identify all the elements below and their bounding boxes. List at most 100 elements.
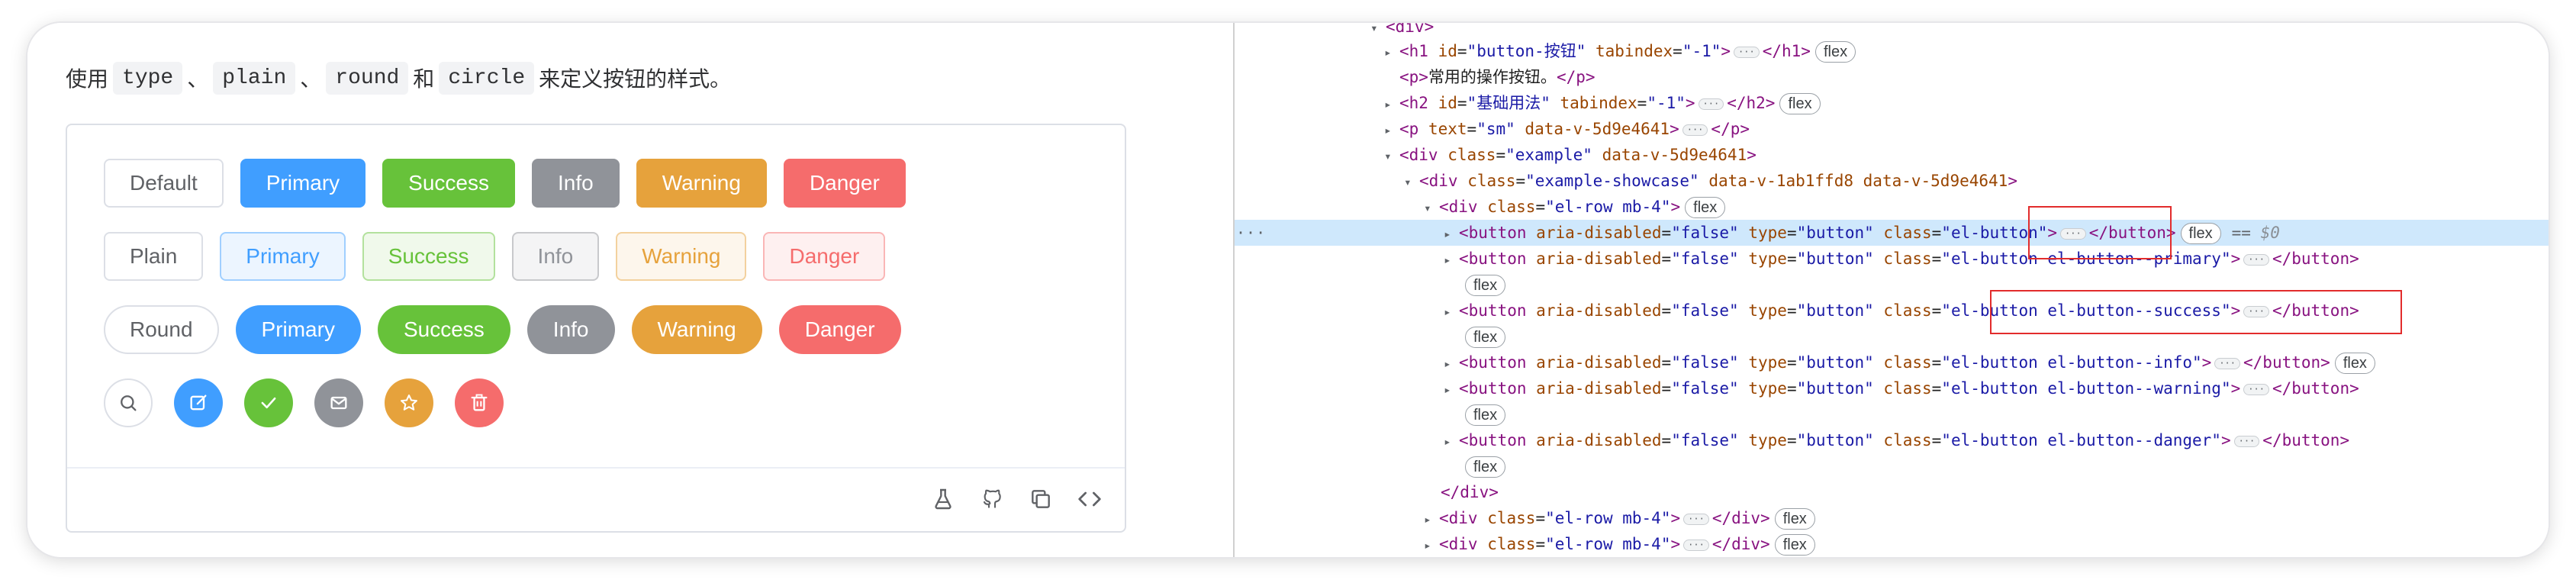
gutter-menu-icon[interactable]: ···	[1236, 220, 1266, 246]
attr-name: class	[1487, 509, 1536, 527]
circle-edit-button[interactable]	[174, 378, 223, 427]
attr-name: type	[1748, 379, 1787, 398]
collapsed-triangle-icon[interactable]: ▸	[1444, 221, 1459, 247]
round-success-button[interactable]: Success	[377, 305, 510, 354]
collapsed-triangle-icon[interactable]: ▸	[1444, 247, 1459, 273]
tag-open: <p	[1399, 120, 1419, 138]
ellipsis-icon[interactable]: ···	[2233, 435, 2260, 447]
plain-info-button[interactable]: Info	[511, 232, 600, 281]
expand-triangle-icon[interactable]: ▾	[1404, 169, 1419, 195]
collapsed-triangle-icon[interactable]: ▸	[1384, 118, 1399, 143]
ellipsis-icon[interactable]: ···	[2214, 357, 2241, 369]
ellipsis-icon[interactable]: ···	[2243, 253, 2269, 266]
info-button[interactable]: Info	[532, 159, 620, 208]
search-icon	[121, 395, 137, 411]
flex-badge[interactable]: flex	[2180, 223, 2221, 244]
flex-badge[interactable]: flex	[1774, 534, 1815, 556]
ellipsis-icon[interactable]: ···	[1682, 124, 1708, 136]
collapsed-triangle-icon[interactable]: ▸	[1424, 533, 1439, 557]
ellipsis-icon[interactable]: ···	[1683, 513, 1709, 525]
intro-prefix: 使用	[66, 67, 109, 91]
tag-open: <h2	[1399, 94, 1428, 112]
round-primary-button[interactable]: Primary	[235, 305, 361, 354]
collapsed-triangle-icon[interactable]: ▸	[1384, 92, 1399, 118]
collapsed-triangle-icon[interactable]: ▸	[1444, 429, 1459, 455]
ellipsis-icon[interactable]: ···	[1734, 46, 1760, 58]
dom-node-h1[interactable]: ▸ <h1 id="button-按钮" tabindex="-1"> ··· </h…	[1235, 38, 2549, 64]
collapsed-triangle-icon[interactable]: ▸	[1424, 507, 1439, 533]
circle-star-button[interactable]	[385, 378, 433, 427]
plain-primary-button[interactable]: Primary	[220, 232, 346, 281]
tag-open: <div	[1439, 535, 1478, 553]
expand-triangle-icon[interactable]: ▾	[1424, 195, 1439, 221]
warning-button[interactable]: Warning	[636, 159, 767, 208]
flex-badge[interactable]: flex	[1685, 197, 1726, 218]
ellipsis-icon[interactable]: ···	[1683, 539, 1709, 551]
round-info-button[interactable]: Info	[526, 305, 615, 354]
collapsed-triangle-icon[interactable]: ▸	[1444, 377, 1459, 403]
ellipsis-icon[interactable]: ···	[2243, 383, 2269, 395]
flex-badge[interactable]: flex	[2334, 353, 2375, 374]
plain-success-button[interactable]: Success	[362, 232, 495, 281]
circle-message-button[interactable]	[314, 378, 363, 427]
collapsed-triangle-icon[interactable]: ▸	[1384, 40, 1399, 66]
plain-danger-button[interactable]: Danger	[763, 232, 886, 281]
dom-node-close-div[interactable]: </div>	[1235, 479, 2549, 505]
view-source-button[interactable]	[1076, 485, 1103, 513]
flex-badge[interactable]: flex	[1814, 41, 1856, 63]
round-default-button[interactable]: Round	[104, 305, 219, 354]
dom-node-h2[interactable]: ▸ <h2 id="基础用法" tabindex="-1"> ··· </h2> fle…	[1235, 90, 2549, 116]
tag-open: <div	[1439, 509, 1478, 527]
dom-node-example[interactable]: ▾ <div class="example" data-v-5d9e4641>	[1235, 142, 2549, 168]
round-danger-button[interactable]: Danger	[778, 305, 901, 354]
round-warning-button[interactable]: Warning	[631, 305, 762, 354]
ellipsis-icon[interactable]: ···	[1698, 98, 1724, 110]
collapsed-triangle-icon[interactable]: ▸	[1444, 299, 1459, 325]
dom-node-example-showcase[interactable]: ▾ <div class="example-showcase" data-v-1a…	[1235, 168, 2549, 194]
dom-node-button-danger[interactable]: ▸ <button aria-disabled="false" type="but…	[1235, 427, 2549, 453]
intro-sep: 、	[187, 67, 209, 91]
default-button[interactable]: Default	[104, 159, 224, 208]
circle-search-button[interactable]	[104, 378, 153, 427]
playground-button[interactable]	[929, 485, 957, 513]
attr-name: class	[1447, 146, 1496, 164]
circle-delete-button[interactable]	[455, 378, 504, 427]
dom-node-button-primary[interactable]: ▸ <button aria-disabled="false" type="but…	[1235, 246, 2549, 272]
attr-name: data-v-5d9e4641	[1602, 146, 1747, 164]
collapsed-triangle-icon[interactable]: ▸	[1444, 351, 1459, 377]
button-row-circle	[104, 378, 525, 427]
success-button[interactable]: Success	[382, 159, 515, 208]
dom-node-el-row-2[interactable]: ▸ <div class="el-row mb-4"> ··· </div> flex	[1235, 505, 2549, 531]
selected-node-ref: == $0	[2232, 224, 2280, 242]
code-icon	[1078, 491, 1101, 507]
copy-button[interactable]	[1027, 485, 1055, 513]
attr-value: "el-button el-button--warning"	[1941, 379, 2231, 398]
dom-node-el-row[interactable]: ▾ <div class="el-row mb-4"> flex	[1235, 194, 2549, 220]
flex-badge[interactable]: flex	[1465, 456, 1506, 478]
dom-node-button-warning[interactable]: ▸ <button aria-disabled="false" type="but…	[1235, 375, 2549, 401]
primary-button[interactable]: Primary	[240, 159, 366, 208]
attr-name: aria-disabled	[1536, 379, 1662, 398]
intro-text: 使用 type 、 plain 、 round 和 circle 来定义按钮的样…	[66, 55, 731, 101]
plain-warning-button[interactable]: Warning	[616, 232, 747, 281]
expand-triangle-icon[interactable]: ▾	[1384, 143, 1399, 169]
circle-check-button[interactable]	[244, 378, 293, 427]
check-icon	[261, 397, 276, 409]
flex-badge[interactable]: flex	[1465, 275, 1506, 296]
attr-value: "button"	[1796, 224, 1874, 242]
button-row-round: Round Primary Success Info Warning Dange…	[104, 305, 918, 354]
dom-node-button-info[interactable]: ▸ <button aria-disabled="false" type="but…	[1235, 349, 2549, 375]
tag-close: </div>	[1711, 509, 1770, 527]
flex-badge[interactable]: flex	[1465, 404, 1506, 426]
flex-badge[interactable]: flex	[1774, 508, 1815, 530]
flex-badge[interactable]: flex	[1779, 93, 1821, 114]
dom-node-p-text[interactable]: ▸ <p text="sm" data-v-5d9e4641> ··· </p>	[1235, 116, 2549, 142]
danger-button[interactable]: Danger	[783, 159, 906, 208]
dom-node-p[interactable]: <p>常用的操作按钮。</p>	[1235, 64, 2549, 90]
flex-badge[interactable]: flex	[1465, 327, 1506, 348]
dom-node-button-selected[interactable]: ··· ▸ <button aria-disabled="false" type="…	[1235, 220, 2549, 246]
github-button[interactable]	[978, 485, 1006, 513]
dom-node-el-row-3[interactable]: ▸ <div class="el-row mb-4"> ··· </div> flex	[1235, 531, 2549, 557]
plain-default-button[interactable]: Plain	[104, 232, 204, 281]
dom-node-div[interactable]: ▾ <div>	[1235, 23, 2549, 40]
